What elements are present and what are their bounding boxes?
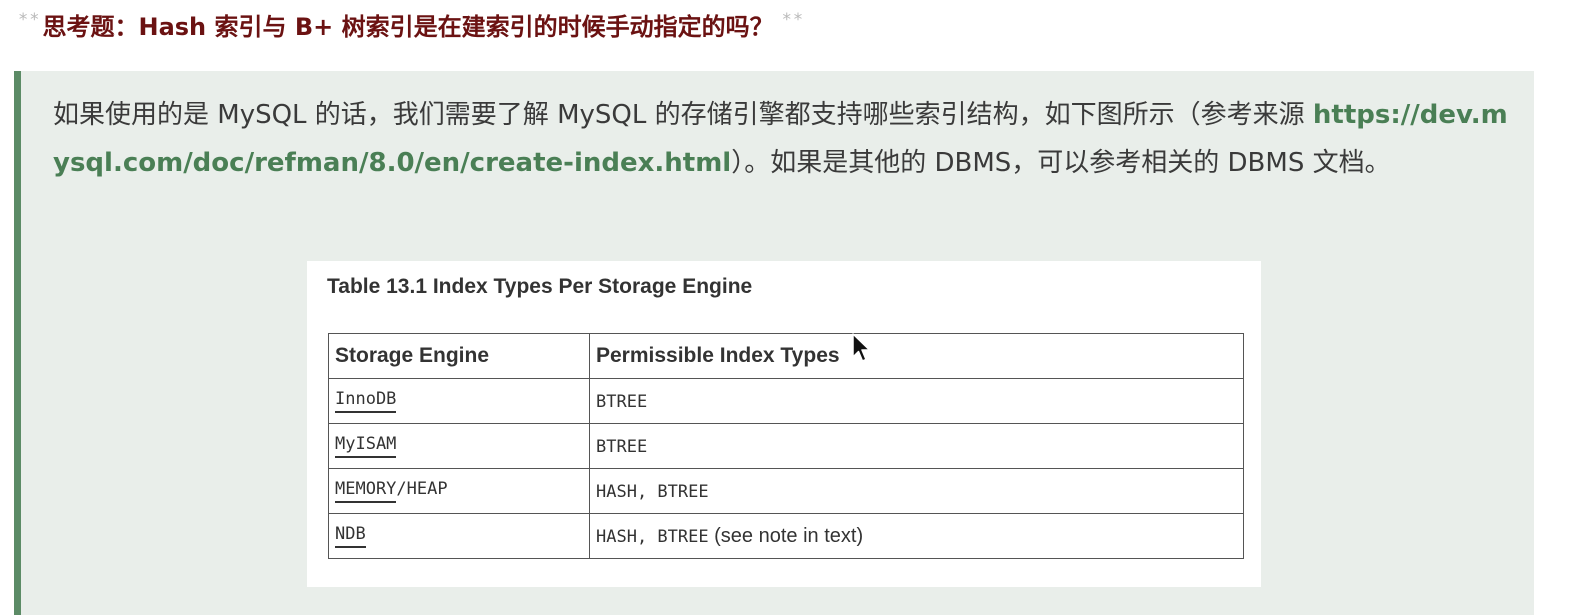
engine-link[interactable]: MyISAM [335, 434, 397, 458]
engine-suffix: /HEAP [396, 479, 448, 499]
index-types: BTREE [596, 436, 648, 457]
index-types-figure: Table 13.1 Index Types Per Storage Engin… [307, 261, 1261, 587]
types-cell: HASH, BTREE [589, 468, 1244, 514]
engine-link[interactable]: MEMORY [335, 479, 397, 503]
engine-link[interactable]: InnoDB [335, 389, 397, 413]
engine-cell: InnoDB [328, 378, 590, 424]
heading-text: 思考题：Hash 索引与 B+ 树索引是在建索引的时候手动指定的吗？ [42, 12, 774, 41]
index-types-table: Storage Engine Permissible Index Types I… [328, 333, 1244, 559]
page: ** 思考题：Hash 索引与 B+ 树索引是在建索引的时候手动指定的吗？ **… [0, 0, 1586, 615]
arrow-cursor-icon [852, 333, 871, 362]
bold-marker-open: ** [18, 10, 41, 30]
table-caption: Table 13.1 Index Types Per Storage Engin… [327, 275, 753, 298]
engine-link[interactable]: NDB [335, 524, 366, 548]
index-types: BTREE [596, 391, 648, 412]
question-heading: ** 思考题：Hash 索引与 B+ 树索引是在建索引的时候手动指定的吗？ ** [18, 4, 804, 44]
engine-cell: MyISAM [328, 423, 590, 469]
blockquote: 如果使用的是 MySQL 的话，我们需要了解 MySQL 的存储引擎都支持哪些索… [14, 71, 1534, 615]
table-header-row: Storage Engine Permissible Index Types [328, 333, 1244, 379]
index-types: HASH, BTREE [596, 481, 709, 502]
table-row: MEMORY/HEAP HASH, BTREE [328, 468, 1244, 514]
column-header-storage-engine: Storage Engine [328, 333, 590, 379]
bold-marker-close: ** [781, 10, 805, 30]
table-row: MyISAM BTREE [328, 423, 1244, 469]
index-types: HASH, BTREE [596, 526, 709, 547]
quote-text-after: ）。如果是其他的 DBMS，可以参考相关的 DBMS 文档。 [731, 148, 1391, 178]
engine-cell: NDB [328, 513, 590, 559]
types-cell: BTREE [589, 423, 1244, 469]
types-cell: BTREE [589, 378, 1244, 424]
types-note: (see note in text) [708, 524, 864, 547]
table-row: InnoDB BTREE [328, 378, 1244, 424]
types-cell: HASH, BTREE (see note in text) [589, 513, 1244, 559]
table-row: NDB HASH, BTREE (see note in text) [328, 513, 1244, 559]
quote-text-before: 如果使用的是 MySQL 的话，我们需要了解 MySQL 的存储引擎都支持哪些索… [53, 100, 1313, 130]
column-header-index-types: Permissible Index Types [589, 333, 1244, 379]
quote-paragraph: 如果使用的是 MySQL 的话，我们需要了解 MySQL 的存储引擎都支持哪些索… [53, 91, 1523, 187]
engine-cell: MEMORY/HEAP [328, 468, 590, 514]
